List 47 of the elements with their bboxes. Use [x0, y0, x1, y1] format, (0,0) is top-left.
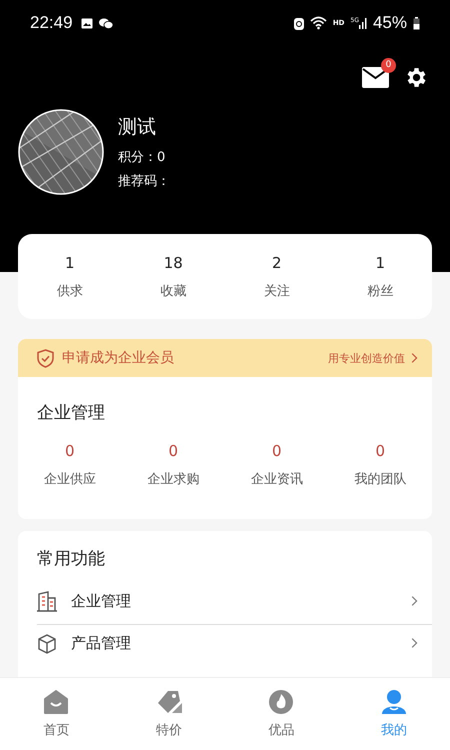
- enterprise-count[interactable]: 0: [375, 442, 386, 460]
- shield-icon: [37, 348, 54, 368]
- enterprise-label[interactable]: 我的团队: [354, 470, 406, 488]
- stat-label[interactable]: 供求: [56, 282, 83, 300]
- chevron-right-icon: [410, 636, 418, 650]
- user-icon: [380, 689, 407, 715]
- menu-item[interactable]: 产品管理: [37, 625, 432, 661]
- member-banner[interactable]: 申请成为企业会员 用专业创造价值: [18, 339, 432, 377]
- stat-label[interactable]: 关注: [264, 282, 290, 300]
- banner-link[interactable]: 用专业创造价值: [328, 350, 405, 366]
- mail-icon[interactable]: [362, 66, 389, 88]
- home-icon: [43, 689, 70, 715]
- stat-count[interactable]: 1: [64, 254, 75, 272]
- enterprise-count[interactable]: 0: [168, 442, 178, 460]
- enterprise-label[interactable]: 企业供应: [44, 470, 96, 488]
- tab[interactable]: 优品: [225, 678, 338, 750]
- banner-title: 申请成为企业会员: [62, 349, 175, 367]
- battery-icon: [413, 16, 420, 30]
- stat-count[interactable]: 18: [164, 254, 183, 272]
- box-icon: [37, 632, 57, 654]
- status-time: 22:49: [30, 13, 73, 33]
- user-name: 测试: [118, 115, 157, 140]
- signal-icon: [358, 17, 367, 29]
- stat-count[interactable]: 2: [272, 254, 282, 272]
- enterprise-count[interactable]: 0: [64, 442, 75, 460]
- wifi-icon: [310, 16, 327, 30]
- battery-percent: 45%: [372, 13, 407, 33]
- referral-code-text: 推荐码：: [118, 173, 170, 190]
- enterprise-label[interactable]: 企业求购: [147, 470, 200, 488]
- points-text: 积分：0: [118, 149, 166, 166]
- image-icon: [80, 18, 93, 28]
- enterprise-count[interactable]: 0: [272, 442, 282, 460]
- notification-badge: 0: [381, 58, 396, 72]
- chat-icon: [98, 18, 113, 28]
- stat-count[interactable]: 1: [375, 254, 386, 272]
- tag-icon: [156, 689, 182, 715]
- chevron-right-icon: [410, 594, 418, 608]
- tab[interactable]: 首页: [0, 678, 112, 750]
- section-title: 企业管理: [36, 402, 106, 424]
- stat-label[interactable]: 收藏: [160, 282, 186, 300]
- section-title: 常用功能: [36, 548, 106, 570]
- enterprise-label[interactable]: 企业资讯: [250, 470, 303, 488]
- stat-label[interactable]: 粉丝: [367, 282, 394, 300]
- tab[interactable]: 特价: [112, 678, 225, 750]
- building-icon: [37, 590, 57, 612]
- chevron-right-icon: [410, 351, 418, 365]
- menu-item[interactable]: 企业管理: [37, 578, 432, 625]
